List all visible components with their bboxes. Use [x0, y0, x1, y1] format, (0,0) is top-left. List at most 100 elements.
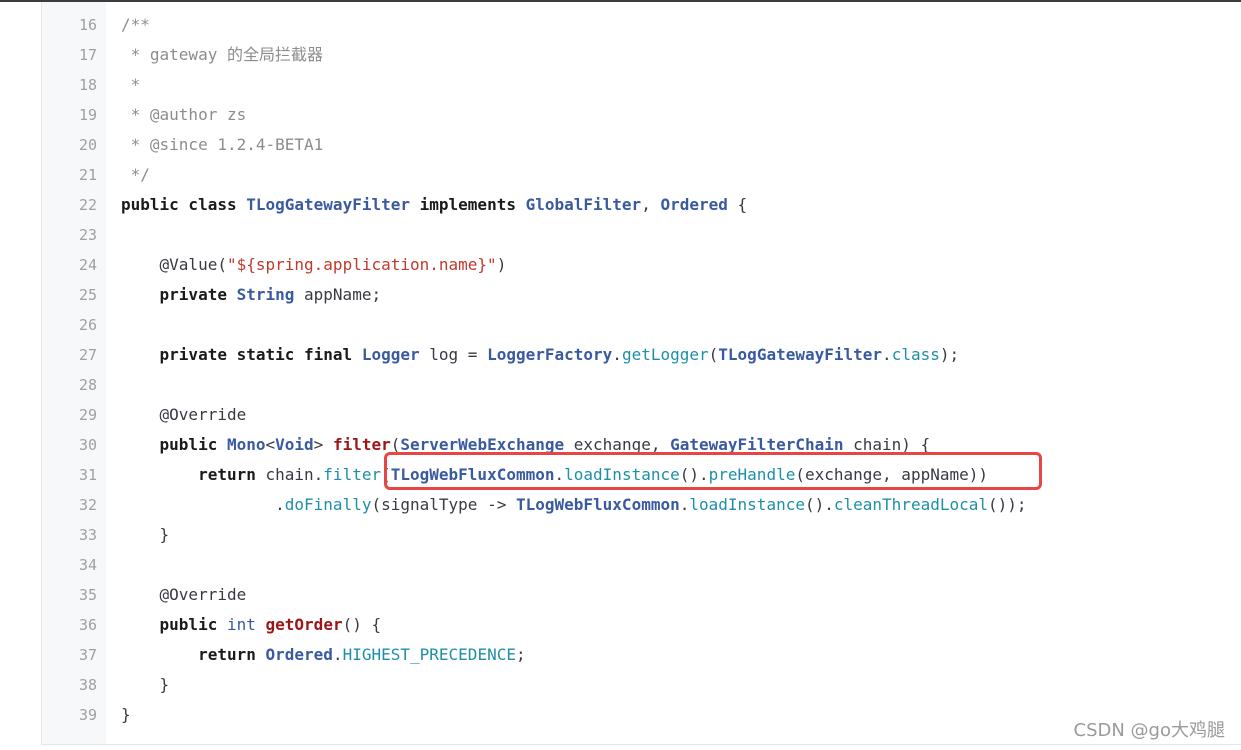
- code-line: 34: [42, 550, 1241, 580]
- code-token: (: [381, 465, 391, 484]
- line-number: 17: [78, 46, 97, 64]
- code-line: 30 public Mono<Void> filter(ServerWebExc…: [42, 430, 1241, 460]
- code-token: Void: [275, 435, 314, 454]
- code-token: return: [121, 645, 266, 664]
- code-token: () {: [342, 615, 382, 634]
- line-number: 36: [78, 616, 97, 634]
- code-lines: 16/** 17 * gateway 的全局拦截器 18 * 19 * @author…: [42, 10, 1241, 730]
- code-token: <: [265, 435, 276, 454]
- code-token: TLogWebFluxCommon: [390, 465, 555, 484]
- code-line: 27 private static final Logger log = Log…: [42, 340, 1241, 370]
- code-screenshot: 16/** 17 * gateway 的全局拦截器 18 * 19 * @author…: [0, 0, 1241, 750]
- code-token: int: [226, 615, 256, 634]
- code-text: return chain.filter(TLogWebFluxCommon.lo…: [121, 460, 988, 490]
- code-text: *: [121, 70, 141, 100]
- code-text: private String appName;: [121, 280, 382, 310]
- code-token: filter: [323, 465, 382, 484]
- code-token: getOrder: [265, 615, 343, 634]
- code-line: 28: [42, 370, 1241, 400]
- line-number: 31: [78, 466, 97, 484]
- code-token: (: [708, 345, 719, 364]
- code-token: ServerWebExchange: [400, 435, 565, 454]
- code-token: GatewayFilterChain: [670, 435, 844, 454]
- code-line: 38 }: [42, 670, 1241, 700]
- line-number: 25: [78, 286, 97, 304]
- code-line: 25 private String appName;: [42, 280, 1241, 310]
- code-token: Ordered: [660, 195, 728, 214]
- line-number: 23: [78, 226, 97, 244]
- line-number: 28: [78, 376, 97, 394]
- line-number: 30: [78, 436, 97, 454]
- code-token: Mono: [226, 435, 266, 454]
- code-token: chain.: [265, 465, 324, 484]
- code-token: * @author zs: [121, 105, 247, 124]
- code-token: (: [390, 435, 401, 454]
- code-token: {: [727, 195, 748, 214]
- line-number: 39: [78, 706, 97, 724]
- code-text: @Override: [121, 400, 247, 430]
- code-token: public class: [121, 195, 247, 214]
- code-token: private static final: [121, 345, 362, 364]
- code-line: 31 return chain.filter(TLogWebFluxCommon…: [42, 460, 1241, 490]
- code-token: return: [121, 465, 266, 484]
- code-token: ;: [515, 645, 526, 664]
- code-line: 16 /**: [42, 10, 1241, 40]
- code-text: public Mono<Void> filter(ServerWebExchan…: [121, 430, 931, 460]
- line-number: 26: [78, 316, 97, 334]
- code-token: ): [496, 255, 507, 274]
- code-token: (signalType ->: [371, 495, 516, 514]
- code-token: public: [121, 435, 227, 454]
- line-number: 38: [78, 676, 97, 694]
- line-number: 32: [78, 496, 97, 514]
- code-line: 18 *: [42, 70, 1241, 100]
- code-token: String: [236, 285, 295, 304]
- code-line: 22 public class TLogGatewayFilter impleme…: [42, 190, 1241, 220]
- code-line: 39}: [42, 700, 1241, 730]
- code-text: */: [121, 160, 150, 190]
- line-number: 22: [78, 196, 97, 214]
- code-token: Logger: [361, 345, 420, 364]
- code-token: *: [121, 75, 141, 94]
- line-number: 24: [78, 256, 97, 274]
- code-text: @Override: [121, 580, 247, 610]
- code-token: .: [121, 495, 285, 514]
- code-token: TLogGatewayFilter: [246, 195, 410, 214]
- code-token: );: [939, 345, 960, 364]
- code-token: .: [882, 345, 892, 364]
- code-token: TLogWebFluxCommon: [515, 495, 680, 514]
- code-token: log =: [419, 345, 488, 364]
- code-token: filter: [332, 435, 391, 454]
- code-token: }: [121, 675, 170, 694]
- code-token: getLogger: [621, 345, 709, 364]
- code-token: .: [679, 495, 690, 514]
- code-token: HIGHEST_PRECEDENCE: [342, 645, 516, 664]
- code-token: private: [121, 285, 237, 304]
- code-token: LoggerFactory: [487, 345, 613, 364]
- code-token: ().: [679, 465, 709, 484]
- line-number: 27: [78, 346, 97, 364]
- code-text: return Ordered.HIGHEST_PRECEDENCE;: [121, 640, 526, 670]
- line-number: 20: [78, 136, 97, 154]
- code-line: 33 }: [42, 520, 1241, 550]
- code-token: /**: [121, 15, 150, 34]
- code-text: }: [121, 670, 170, 700]
- code-token: Ordered: [265, 645, 333, 664]
- code-token: doFinally: [284, 495, 372, 514]
- code-token: chain) {: [843, 435, 931, 454]
- code-text: * gateway 的全局拦截器: [121, 40, 323, 70]
- code-token: .: [332, 645, 343, 664]
- code-token: appName;: [294, 285, 382, 304]
- code-line: 35 @Override: [42, 580, 1241, 610]
- code-token: * gateway 的全局拦截器: [121, 45, 323, 64]
- code-token: >: [313, 435, 333, 454]
- line-number: 19: [78, 106, 97, 124]
- code-line: 32 .doFinally(signalType -> TLogWebFluxC…: [42, 490, 1241, 520]
- code-token: loadInstance: [564, 465, 680, 484]
- code-token: }: [121, 705, 131, 724]
- code-line: 37 return Ordered.HIGHEST_PRECEDENCE;: [42, 640, 1241, 670]
- line-number: 34: [78, 556, 97, 574]
- code-token: .: [554, 465, 565, 484]
- code-token: GlobalFilter: [525, 195, 642, 214]
- code-token: */: [121, 165, 150, 184]
